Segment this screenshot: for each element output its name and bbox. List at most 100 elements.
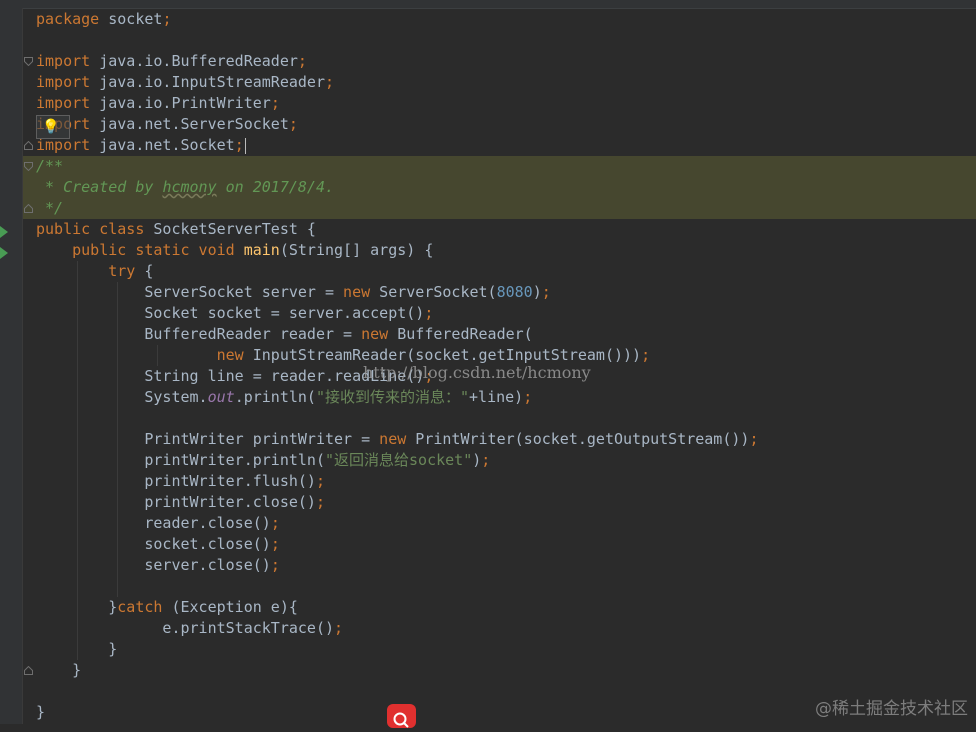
code-token: ServerSocket server = <box>36 283 344 301</box>
fold-javadoc-icon[interactable] <box>24 162 33 171</box>
code-token: printWriter.println( <box>36 451 325 469</box>
code-token: 8080 <box>496 283 533 301</box>
code-token: out <box>207 388 235 406</box>
code-token: ; <box>270 556 280 574</box>
code-line[interactable]: */ <box>36 198 758 219</box>
gutter-separator <box>22 8 23 724</box>
code-token: } <box>36 661 82 679</box>
code-line[interactable]: server.close(); <box>36 555 758 576</box>
code-token: ; <box>270 535 280 553</box>
code-token: "接收到传来的消息：" <box>315 388 470 406</box>
code-token: import <box>36 73 91 91</box>
code-token: main <box>243 241 280 259</box>
code-line[interactable]: public static void main(String[] args) { <box>36 240 758 261</box>
code-line[interactable]: } <box>36 639 758 660</box>
code-line[interactable] <box>36 681 758 702</box>
code-token: ; <box>315 493 325 511</box>
code-line[interactable]: ServerSocket server = new ServerSocket(8… <box>36 282 758 303</box>
code-token: ; <box>315 472 325 490</box>
search-icon <box>393 712 409 728</box>
code-line[interactable]: * Created by hcmony on 2017/8/4. <box>36 177 758 198</box>
code-token: System. <box>36 388 208 406</box>
code-token: Socket socket = server.accept() <box>36 304 425 322</box>
code-token: ; <box>334 619 344 637</box>
fold-main-end-icon[interactable] <box>24 666 33 675</box>
code-token: import <box>36 52 91 70</box>
lightbulb-icon: 💡 <box>42 119 60 135</box>
code-token: */ <box>36 199 64 217</box>
code-token: new <box>343 283 371 301</box>
code-token: hcmony <box>162 178 217 196</box>
code-token: } <box>36 703 46 721</box>
code-token: java.net.Socket <box>90 136 235 154</box>
code-token: /** <box>36 157 64 175</box>
run-class-icon[interactable] <box>0 224 8 238</box>
code-line[interactable]: import java.io.PrintWriter; <box>36 93 758 114</box>
code-token: catch <box>117 598 163 616</box>
intention-bulb[interactable]: 💡 <box>36 115 70 139</box>
code-token: ; <box>297 52 307 70</box>
code-line[interactable]: Socket socket = server.accept(); <box>36 303 758 324</box>
code-token: public static void <box>72 241 235 259</box>
editor-gutter <box>0 8 22 724</box>
fold-imports-icon[interactable] <box>24 57 33 66</box>
code-token: BufferedReader reader = <box>36 325 362 343</box>
code-token: ServerSocket( <box>370 283 497 301</box>
code-line[interactable]: printWriter.flush(); <box>36 471 758 492</box>
code-token: package <box>36 10 100 28</box>
code-token: (Exception e){ <box>162 598 298 616</box>
code-token: * Created by <box>36 178 163 196</box>
code-token: new <box>361 325 389 343</box>
code-line[interactable]: package socket; <box>36 9 758 30</box>
brand-watermark: @稀土掘金技术社区 <box>815 699 968 719</box>
code-line[interactable] <box>36 576 758 597</box>
run-main-icon[interactable] <box>0 245 8 259</box>
code-line[interactable]: printWriter.println("返回消息给socket"); <box>36 450 758 471</box>
code-token: ) <box>472 451 482 469</box>
code-line[interactable]: printWriter.close(); <box>36 492 758 513</box>
search-button[interactable] <box>387 704 416 728</box>
code-line[interactable]: socket.close(); <box>36 534 758 555</box>
code-line[interactable]: /** <box>36 156 758 177</box>
fold-javadoc-end-icon[interactable] <box>24 204 33 213</box>
code-line[interactable]: reader.close(); <box>36 513 758 534</box>
code-token: printWriter.close() <box>36 493 316 511</box>
code-token: server.close() <box>36 556 271 574</box>
code-line[interactable]: public class SocketServerTest { <box>36 219 758 240</box>
fold-imports-end-icon[interactable] <box>24 141 33 150</box>
code-line[interactable]: import java.net.Socket; <box>36 135 758 156</box>
code-token: ; <box>288 115 298 133</box>
code-line[interactable]: BufferedReader reader = new BufferedRead… <box>36 324 758 345</box>
code-line[interactable]: import java.net.ServerSocket; <box>36 114 758 135</box>
code-token: ; <box>325 73 335 91</box>
code-token: new <box>379 430 407 448</box>
code-token: public class <box>36 220 145 238</box>
code-token: ; <box>541 283 551 301</box>
code-token: "返回消息给socket" <box>324 451 473 469</box>
code-line[interactable]: PrintWriter printWriter = new PrintWrite… <box>36 429 758 450</box>
code-token: +line) <box>469 388 524 406</box>
code-line[interactable]: } <box>36 660 758 681</box>
code-token: SocketServerTest { <box>144 220 316 238</box>
code-token: new <box>216 346 244 364</box>
code-line[interactable]: }catch (Exception e){ <box>36 597 758 618</box>
code-line[interactable]: try { <box>36 261 758 282</box>
watermark-text: http://blog.csdn.net/hcmony <box>363 363 591 382</box>
code-token: ; <box>270 514 280 532</box>
code-line[interactable]: System.out.println("接收到传来的消息："+line); <box>36 387 758 408</box>
code-line[interactable]: e.printStackTrace(); <box>36 618 758 639</box>
code-line[interactable] <box>36 30 758 51</box>
code-token: ; <box>234 136 244 154</box>
editor-top-bar <box>0 0 976 9</box>
code-token: on 2017/8/4. <box>216 178 335 196</box>
code-line[interactable]: import java.io.BufferedReader; <box>36 51 758 72</box>
code-token: ; <box>523 388 533 406</box>
code-line[interactable]: import java.io.InputStreamReader; <box>36 72 758 93</box>
code-line[interactable] <box>36 408 758 429</box>
code-token: socket <box>99 10 163 28</box>
code-token: java.io.InputStreamReader <box>90 73 325 91</box>
code-token: BufferedReader( <box>388 325 533 343</box>
code-token: ; <box>481 451 491 469</box>
